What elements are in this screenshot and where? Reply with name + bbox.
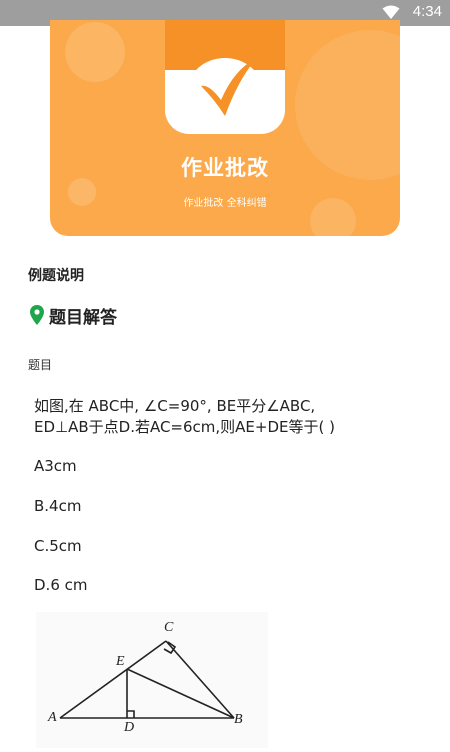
question-text: 如图,在 ABC中, ∠C=90°, BE平分∠ABC, ED⊥AB于点D.若A… xyxy=(34,396,424,438)
label-e: E xyxy=(116,654,125,669)
label-d: D xyxy=(124,720,135,735)
answer-section-title: 题目解答 xyxy=(49,308,117,328)
option-d: D.6 cm xyxy=(34,576,88,594)
status-time: 4:34 xyxy=(412,3,442,20)
banner-subtitle: 作业批改 全科纠错 xyxy=(183,198,267,209)
question-text-line: ED⊥AB于点D.若AC=6cm,则AE+DE等于( ) xyxy=(34,418,335,436)
wifi-icon xyxy=(382,5,400,19)
geometry-figure: A B C D E xyxy=(36,612,268,748)
right-angle-c xyxy=(163,641,177,655)
label-b: B xyxy=(234,712,243,727)
banner-title: 作业批改 xyxy=(181,156,269,180)
banner-decoration xyxy=(65,22,125,82)
section-title: 例题说明 xyxy=(28,268,84,284)
right-angle-d xyxy=(127,710,135,718)
question-text-line: 如图,在 ABC中, ∠C=90°, BE平分∠ABC, xyxy=(34,397,316,415)
app-logo-icon xyxy=(165,20,285,134)
segment-eb xyxy=(126,668,235,719)
question-label: 题目 xyxy=(28,358,53,372)
option-b: B.4cm xyxy=(34,497,82,515)
label-c: C xyxy=(164,620,174,635)
location-pin-icon xyxy=(30,305,44,325)
app-banner[interactable]: 作业批改 作业批改 全科纠错 xyxy=(50,20,400,236)
option-c: C.5cm xyxy=(34,537,82,555)
segment-cb xyxy=(165,640,235,719)
option-a: A3cm xyxy=(34,457,77,475)
label-a: A xyxy=(48,710,57,725)
